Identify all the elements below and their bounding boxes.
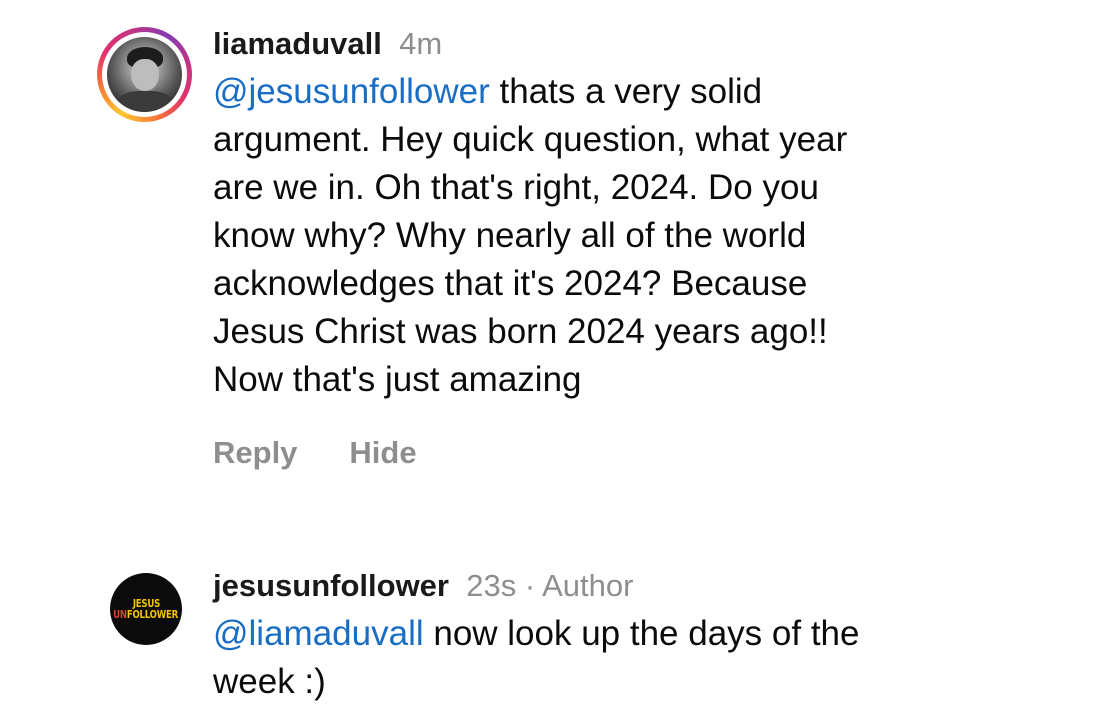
comment-header: jesusunfollower 23s · Author [213,562,1073,610]
username[interactable]: jesusunfollower [213,568,449,603]
timestamp-value: 4m [399,26,443,61]
author-badge: Author [542,568,634,603]
avatar-logo-text-red: UN [113,608,128,621]
username[interactable]: liamaduvall [213,26,382,61]
mention-link[interactable]: @liamaduvall [213,614,424,653]
avatar-face [131,59,159,91]
timestamp [458,568,467,603]
comment-text: @jesusunfollower thats a very solid argu… [213,68,1073,404]
timestamp [390,26,399,61]
avatar-ring-gap [102,32,187,117]
hide-button[interactable]: Hide [349,429,416,477]
comment-line: know why? Why nearly all of the world [213,216,807,255]
separator: · [516,568,543,603]
comment-line: week :) [213,662,326,701]
comment-actions: Reply Hide [213,429,1073,477]
avatar-logo-text: UNFOLLOWER [114,609,179,620]
comment-line: Now that's just amazing [213,360,582,399]
comment-content: liamaduvall 4m @jesusunfollower thats a … [213,20,1073,477]
comment-content: jesusunfollower 23s · Author @liamaduval… [213,562,1073,706]
comment-text: @liamaduvall now look up the days of the… [213,610,1073,706]
comment-line: Jesus Christ was born 2024 years ago!! [213,312,828,351]
avatar-logo-text-yellow: FOLLOWER [127,608,179,621]
avatar-story-ring[interactable] [97,27,192,122]
mention-link[interactable]: @jesusunfollower [213,72,490,111]
comment-line: thats a very solid [489,72,763,111]
comment-header: liamaduvall 4m [213,20,1073,68]
comment-line: argument. Hey quick question, what year [213,120,848,159]
avatar-body [117,91,173,112]
timestamp-value: 23s [466,568,517,603]
comment-line: now look up the days of the [423,614,860,653]
avatar [107,37,182,112]
avatar[interactable]: JESUS UNFOLLOWER [110,573,182,645]
comment-line: acknowledges that it's 2024? Because [213,264,808,303]
reply-button[interactable]: Reply [213,429,297,477]
comment-line: are we in. Oh that's right, 2024. Do you [213,168,819,207]
